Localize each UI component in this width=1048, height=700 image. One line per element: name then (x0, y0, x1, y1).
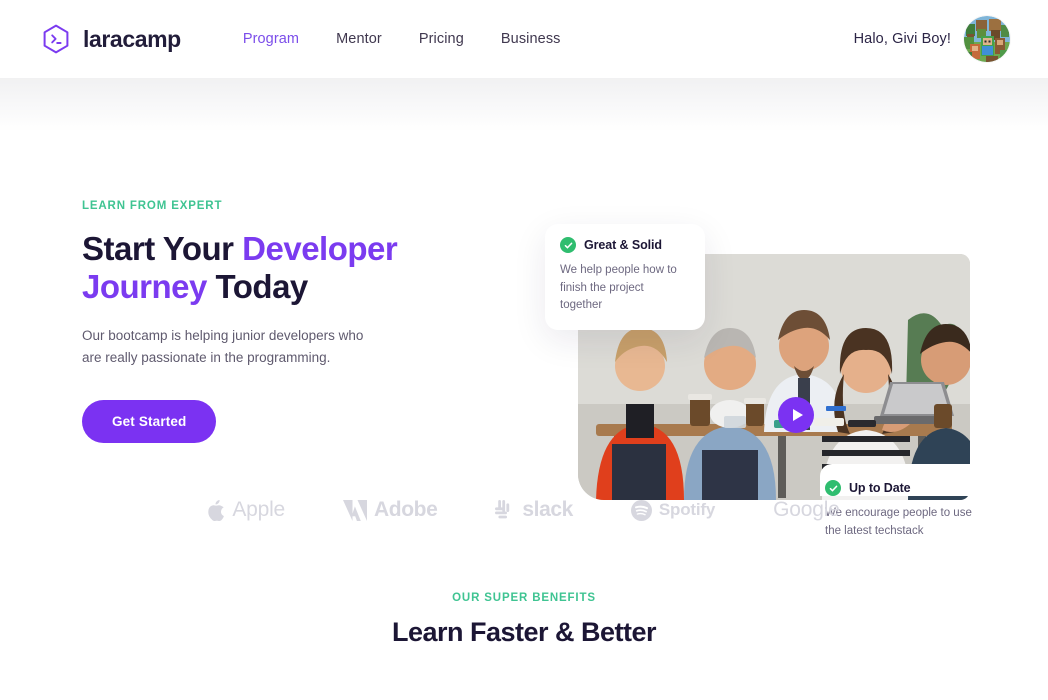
hero-eyebrow: LEARN FROM EXPERT (82, 200, 223, 212)
check-circle-icon (825, 480, 841, 496)
hero-title-part-1: Start Your (82, 230, 243, 267)
brand-label: Apple (232, 498, 286, 521)
nav-item-business[interactable]: Business (501, 31, 561, 47)
hero-copy: LEARN FROM EXPERT Start Your Developer J… (82, 200, 482, 443)
brand-google: Google (773, 498, 840, 522)
feature-card-title: Up to Date (849, 481, 911, 495)
spotify-logo-icon (630, 499, 652, 521)
main-navigation: Program Mentor Pricing Business (243, 31, 561, 47)
nav-item-program[interactable]: Program (243, 31, 299, 47)
hero-section: LEARN FROM EXPERT Start Your Developer J… (0, 78, 1048, 537)
feature-card-header: Great & Solid (560, 237, 688, 253)
brand-label: Google (773, 498, 840, 521)
brand-apple: Apple (208, 498, 285, 522)
header-gradient-band (0, 78, 1048, 132)
header-user-area: Halo, Givi Boy! (854, 16, 1010, 62)
hero-title-highlight-2: Journey (82, 268, 207, 305)
nav-item-mentor[interactable]: Mentor (336, 31, 382, 47)
feature-card-header: Up to Date (825, 480, 975, 496)
adobe-logo-icon (343, 499, 368, 521)
brand-label: Spotify (658, 500, 716, 519)
brand-slack: slack (495, 498, 573, 522)
page-title: Start Your Developer Journey Today (82, 230, 482, 306)
avatar[interactable] (964, 16, 1010, 62)
apple-logo-icon (208, 499, 225, 521)
brand-adobe: Adobe (343, 498, 438, 522)
brand-label: Adobe (374, 498, 438, 521)
benefits-title: Learn Faster & Better (391, 617, 657, 647)
hero-title-highlight-1: Developer (242, 230, 398, 267)
hero-title-part-3: Today (206, 268, 309, 305)
brand-spotify: Spotify (630, 499, 716, 521)
play-icon (792, 409, 803, 421)
feature-card-title: Great & Solid (584, 238, 662, 252)
brand-logos-row: Apple Adobe slack Spotify Google (0, 498, 1048, 522)
nav-item-pricing[interactable]: Pricing (419, 31, 464, 47)
get-started-button[interactable]: Get Started (82, 400, 217, 443)
play-button[interactable] (778, 397, 814, 433)
check-circle-icon (560, 237, 576, 253)
benefits-section: OUR SUPER BENEFITS Learn Faster & Better (0, 592, 1048, 648)
brand-name: laracamp (83, 25, 181, 52)
user-greeting: Halo, Givi Boy! (853, 31, 951, 47)
slack-logo-icon (495, 500, 515, 520)
feature-card-great-and-solid: Great & Solid We help people how to fini… (545, 224, 705, 330)
brand-label: slack (522, 498, 573, 521)
brand-logo[interactable]: laracamp (40, 23, 181, 55)
feature-card-body: We help people how to finish the project… (560, 264, 677, 311)
benefits-eyebrow: OUR SUPER BENEFITS (452, 592, 596, 604)
hexagon-terminal-icon (40, 23, 72, 55)
hero-subtitle: Our bootcamp is helping junior developer… (82, 328, 364, 365)
site-header: laracamp Program Mentor Pricing Business… (0, 0, 1048, 132)
